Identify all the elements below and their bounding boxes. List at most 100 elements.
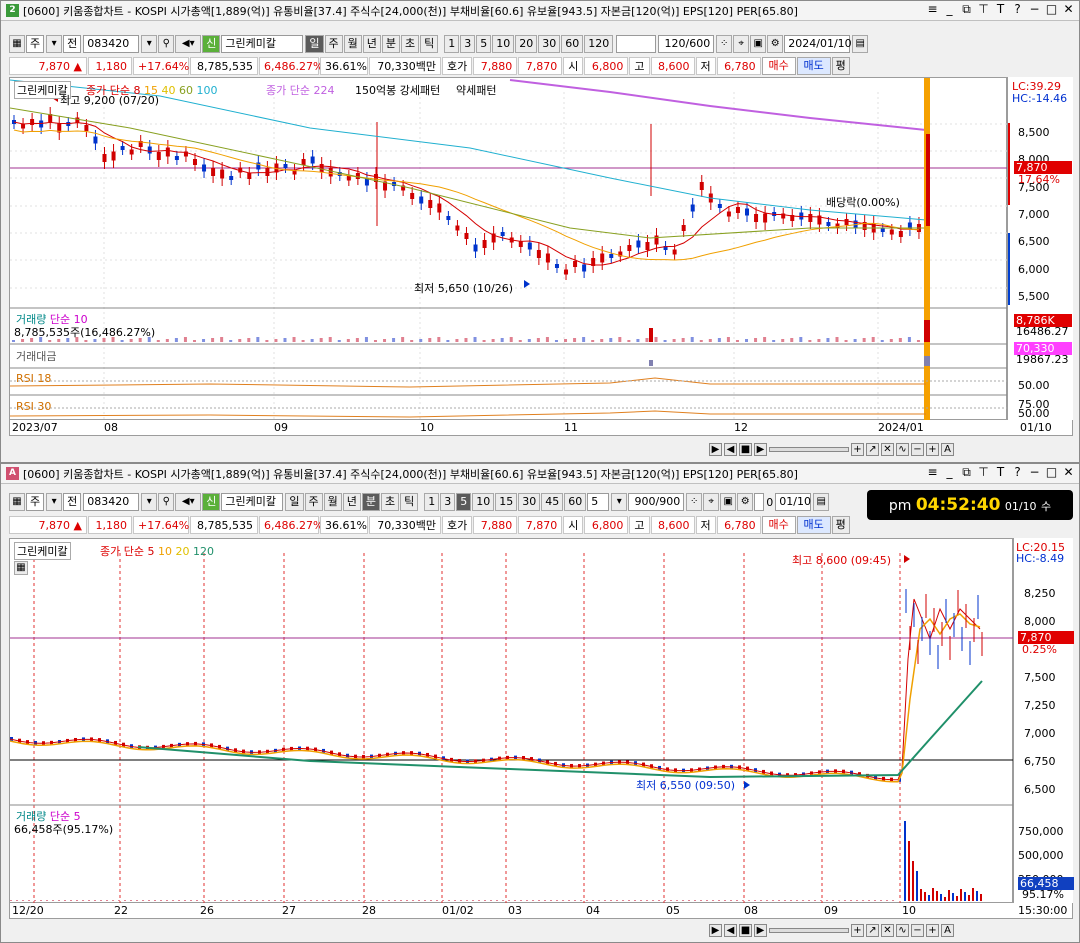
buy-button[interactable]: 매수 xyxy=(761,516,796,534)
count-45[interactable]: 45 xyxy=(541,493,564,511)
pin-icon[interactable]: ⊤ xyxy=(977,465,990,480)
font-icon[interactable]: A xyxy=(941,923,954,937)
interval-input[interactable]: 5 xyxy=(587,493,610,511)
chevron-down-icon[interactable]: ▾ xyxy=(46,35,63,53)
menu-icon[interactable]: ≡ xyxy=(926,465,939,480)
count-5[interactable]: 5 xyxy=(456,493,472,511)
market-select[interactable]: 주 xyxy=(26,493,45,511)
speaker-icon[interactable]: ◀▾ xyxy=(175,35,202,53)
search-icon[interactable]: ⚲ xyxy=(158,35,175,53)
count-120[interactable]: 120 xyxy=(584,35,614,53)
text-icon[interactable]: T xyxy=(994,2,1007,17)
avg-button[interactable]: 평 xyxy=(831,516,850,534)
period-min[interactable]: 분 xyxy=(361,493,380,511)
crosshair-icon[interactable]: + xyxy=(851,923,864,937)
code-input[interactable]: 083420 xyxy=(83,493,140,511)
font-icon[interactable]: A xyxy=(941,442,954,456)
cursor-icon[interactable]: ⌖ xyxy=(703,493,720,511)
scroll-last-icon[interactable]: ▶ xyxy=(754,442,767,456)
zoom-out-icon[interactable]: − xyxy=(911,442,924,456)
sell-button[interactable]: 매도 xyxy=(796,516,831,534)
code-dropdown-icon[interactable]: ▾ xyxy=(141,35,158,53)
save-icon[interactable]: ▣ xyxy=(750,35,767,53)
interval-input[interactable] xyxy=(616,35,657,53)
dot-chart-icon[interactable]: ⁘ xyxy=(686,493,703,511)
avg-button[interactable]: 평 xyxy=(831,57,850,75)
cross-icon[interactable]: ✕ xyxy=(881,442,894,456)
scroll-last-icon[interactable]: ▶ xyxy=(754,923,767,937)
zoom-in-icon[interactable]: + xyxy=(926,442,939,456)
count-1[interactable]: 1 xyxy=(444,35,460,53)
code-input[interactable]: 083420 xyxy=(83,35,140,53)
count-15[interactable]: 15 xyxy=(495,493,518,511)
restore-icon[interactable]: ⧉ xyxy=(960,2,973,17)
period-sec[interactable]: 초 xyxy=(381,493,400,511)
prev-button[interactable]: 전 xyxy=(63,493,82,511)
period-day[interactable]: 일 xyxy=(305,35,324,53)
zoom-slider[interactable] xyxy=(769,927,849,933)
sell-button[interactable]: 매도 xyxy=(796,57,831,75)
close-icon[interactable]: ✕ xyxy=(1062,465,1075,480)
zoom-out-icon[interactable]: − xyxy=(911,923,924,937)
count-5[interactable]: 5 xyxy=(476,35,492,53)
count-60[interactable]: 60 xyxy=(561,35,584,53)
buy-button[interactable]: 매수 xyxy=(761,57,796,75)
scroll-first-icon[interactable]: ◀ xyxy=(724,442,737,456)
min-icon[interactable]: − xyxy=(1028,465,1041,480)
period-tick[interactable]: 틱 xyxy=(420,35,439,53)
cross-icon[interactable]: ✕ xyxy=(881,923,894,937)
help-icon[interactable]: ? xyxy=(1011,2,1024,17)
scroll-right-icon[interactable]: ▶ xyxy=(709,442,722,456)
pattern-icon[interactable]: ∿ xyxy=(896,442,909,456)
pin-icon[interactable]: ⊤ xyxy=(977,2,990,17)
close-icon[interactable]: ✕ xyxy=(1062,2,1075,17)
grid-icon[interactable]: ▦ xyxy=(9,35,25,53)
text-icon[interactable]: T xyxy=(994,465,1007,480)
count-3[interactable]: 3 xyxy=(440,493,456,511)
period-year[interactable]: 년 xyxy=(342,493,361,511)
count-10[interactable]: 10 xyxy=(472,493,495,511)
top-chart-canvas[interactable]: 그린케미칼 종가 단순 8 15 40 60 100 종가 단순 224 150… xyxy=(9,77,1008,421)
menu-icon[interactable]: ≡ xyxy=(926,2,939,17)
draw-icon[interactable]: ↗ xyxy=(866,923,879,937)
max-icon[interactable]: □ xyxy=(1045,2,1058,17)
market-select[interactable]: 주 xyxy=(26,35,45,53)
count-20[interactable]: 20 xyxy=(515,35,538,53)
count-1[interactable]: 1 xyxy=(424,493,440,511)
save-icon[interactable]: ▣ xyxy=(720,493,737,511)
pattern-icon[interactable]: ∿ xyxy=(896,923,909,937)
chevron-down-icon[interactable]: ▾ xyxy=(46,493,63,511)
new-badge[interactable]: 신 xyxy=(202,493,221,511)
table-icon[interactable]: ▦ xyxy=(14,561,28,575)
interval-dropdown-icon[interactable]: ▾ xyxy=(611,493,628,511)
grid-icon[interactable]: ▦ xyxy=(9,493,25,511)
period-month[interactable]: 월 xyxy=(323,493,342,511)
period-sec[interactable]: 초 xyxy=(401,35,420,53)
period-year[interactable]: 년 xyxy=(362,35,381,53)
range-display[interactable]: 900/900 xyxy=(628,493,685,511)
count-30[interactable]: 30 xyxy=(538,35,561,53)
count-60[interactable]: 60 xyxy=(564,493,587,511)
bottom-chart-canvas[interactable]: 그린케미칼 종가 단순 5 10 20 120 ▦ 최고 8,600 (09:4… xyxy=(9,538,1014,904)
zoom-in-icon[interactable]: + xyxy=(926,923,939,937)
range-display[interactable]: 120/600 xyxy=(658,35,715,53)
stop-icon[interactable]: ■ xyxy=(739,442,752,456)
draw-icon[interactable]: ↗ xyxy=(866,442,879,456)
restore-icon[interactable]: ⧉ xyxy=(960,465,973,480)
count-3[interactable]: 3 xyxy=(460,35,476,53)
dot-chart-icon[interactable]: ⁘ xyxy=(716,35,733,53)
help-icon[interactable]: ? xyxy=(1011,465,1024,480)
code-dropdown-icon[interactable]: ▾ xyxy=(141,493,158,511)
period-tick[interactable]: 틱 xyxy=(400,493,419,511)
date-input[interactable]: 2024/01/10 xyxy=(784,35,852,53)
count-10[interactable]: 10 xyxy=(492,35,515,53)
count-30[interactable]: 30 xyxy=(518,493,541,511)
new-badge[interactable]: 신 xyxy=(202,35,221,53)
period-min[interactable]: 분 xyxy=(381,35,400,53)
minimize-icon[interactable]: _ xyxy=(943,2,956,17)
gear-icon[interactable]: ⚙ xyxy=(767,35,784,53)
speaker-icon[interactable]: ◀▾ xyxy=(175,493,202,511)
period-week[interactable]: 주 xyxy=(304,493,323,511)
checkbox[interactable] xyxy=(754,493,765,511)
cursor-icon[interactable]: ⌖ xyxy=(733,35,750,53)
